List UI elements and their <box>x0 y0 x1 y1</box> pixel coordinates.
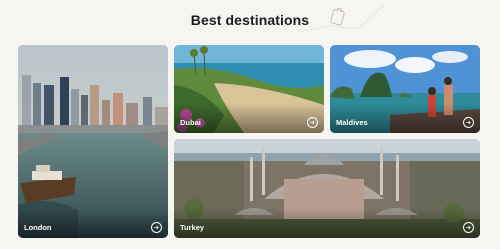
destination-card-maldives[interactable]: Maldives <box>330 45 480 133</box>
card-shade <box>174 208 480 238</box>
section-title: Best destinations <box>190 12 310 28</box>
arrow-right-circle-icon[interactable] <box>151 222 162 233</box>
travel-doodle-icon <box>297 5 385 31</box>
destination-card-turkey[interactable]: Turkey <box>174 139 480 238</box>
destination-label: Dubai <box>180 118 201 127</box>
destination-label: Turkey <box>180 223 205 232</box>
arrow-right-circle-icon[interactable] <box>463 222 474 233</box>
arrow-right-circle-icon[interactable] <box>463 117 474 128</box>
destination-card-dubai[interactable]: Dubai <box>174 45 324 133</box>
arrow-right-circle-icon[interactable] <box>307 117 318 128</box>
destination-label: Maldives <box>336 118 368 127</box>
destination-card-london[interactable]: London <box>18 45 168 238</box>
destination-label: London <box>24 223 52 232</box>
